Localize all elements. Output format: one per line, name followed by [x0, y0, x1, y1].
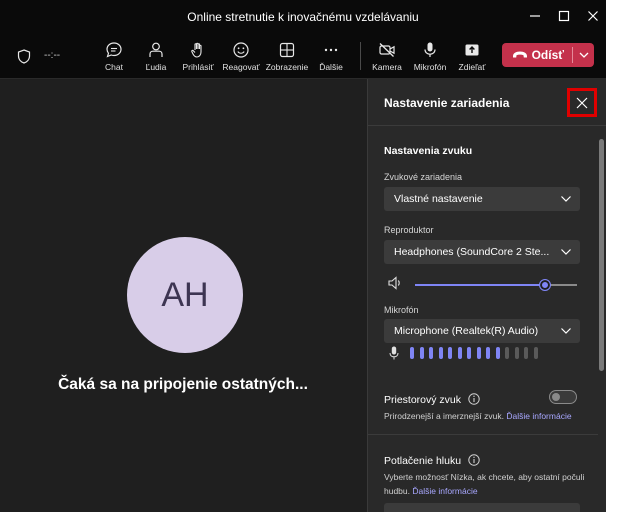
chat-icon [106, 42, 122, 58]
audio-section-title: Nastavenia zvuku [384, 145, 473, 157]
leave-divider [572, 47, 573, 63]
share-button[interactable]: Zdieľať [450, 36, 494, 78]
microphone-label: Mikrofón [384, 305, 419, 315]
section-divider [368, 434, 598, 435]
react-button[interactable]: Reagovať [219, 36, 263, 78]
noise-suppression-description: Vyberte možnosť Nízka, ak chcete, aby os… [384, 470, 589, 498]
microphone-level-icon [389, 346, 399, 365]
more-icon [324, 48, 338, 52]
mic-level-bar [457, 347, 462, 359]
share-label: Zdieľať [458, 62, 486, 72]
audio-devices-label: Zvukové zariadenia [384, 172, 463, 182]
mic-level-bar [495, 347, 500, 359]
mic-level-bar [524, 347, 528, 359]
meeting-timer: --:-- [44, 50, 61, 61]
raise-hand-button[interactable]: Prihlásiť [176, 36, 220, 78]
title-bar: Online stretnutie k inovačnému vzdelávan… [0, 0, 606, 36]
microphone-dropdown[interactable]: Microphone (Realtek(R) Audio) [384, 319, 580, 343]
camera-button[interactable]: Kamera [365, 36, 409, 78]
raise-hand-icon [191, 42, 202, 58]
microphone-button[interactable]: Mikrofón [408, 36, 452, 78]
panel-scrollbar[interactable] [599, 139, 604, 371]
view-button[interactable]: Zobrazenie [265, 36, 309, 78]
mic-level-bar [419, 347, 424, 359]
spatial-audio-toggle[interactable] [549, 390, 577, 404]
mic-level-bar [467, 347, 471, 359]
mic-level-bar [476, 347, 481, 359]
hang-up-icon [513, 51, 527, 58]
mic-level-bar [514, 347, 519, 359]
speaker-dropdown[interactable]: Headphones (SoundCore 2 Ste... [384, 240, 580, 264]
meeting-stage: AH Čaká sa na pripojenie ostatných... [0, 79, 366, 512]
spatial-desc-text: Prirodzenejší a imerznejší zvuk. [384, 411, 504, 421]
close-icon[interactable] [583, 8, 603, 28]
audio-devices-dropdown[interactable]: Vlastné nastavenie [384, 187, 580, 211]
people-icon [149, 42, 163, 57]
react-label: Reagovať [222, 62, 260, 72]
noise-more-info-link[interactable]: Ďalšie informácie [412, 486, 477, 496]
maximize-icon[interactable] [554, 8, 574, 28]
minimize-icon[interactable] [525, 8, 545, 28]
leave-label: Odísť [531, 48, 564, 62]
mic-level-bar [505, 347, 509, 359]
mic-level-bar [448, 347, 452, 359]
people-button[interactable]: Ľudia [134, 36, 178, 78]
speaker-volume-icon [387, 276, 403, 295]
more-label: Ďalšie [319, 62, 343, 72]
leave-options-button[interactable] [574, 43, 594, 67]
people-label: Ľudia [145, 62, 167, 72]
leave-button[interactable]: Odísť [502, 43, 594, 67]
noise-suppression-label: Potlačenie hluku [384, 452, 480, 467]
meeting-window: Online stretnutie k inovačnému vzdelávan… [0, 0, 606, 512]
toolbar-divider [360, 42, 361, 70]
slider-thumb[interactable] [538, 279, 551, 291]
info-icon[interactable] [468, 393, 480, 405]
view-label: Zobrazenie [265, 62, 309, 72]
noise-suppression-text: Potlačenie hluku [384, 455, 462, 467]
camera-off-icon [379, 43, 395, 57]
chevron-down-icon [561, 328, 571, 334]
more-button[interactable]: Ďalšie [309, 36, 353, 78]
share-icon [465, 44, 479, 56]
panel-title: Nastavenie zariadenia [384, 96, 510, 110]
chevron-down-icon [561, 196, 571, 202]
spatial-audio-description: Prirodzenejší a imerznejší zvuk. Ďalšie … [384, 409, 589, 423]
speaker-label: Reproduktor [384, 225, 434, 235]
smiley-icon [233, 42, 249, 58]
speaker-volume-slider[interactable] [415, 279, 577, 291]
microphone-value: Microphone (Realtek(R) Audio) [394, 325, 539, 337]
spatial-audio-text: Priestorový zvuk [384, 394, 462, 406]
info-icon[interactable] [468, 454, 480, 466]
mic-level-bar [438, 347, 443, 359]
chat-button[interactable]: Chat [92, 36, 136, 78]
layout-icon [279, 42, 295, 58]
mic-level-bar [486, 347, 490, 359]
toggle-knob [552, 393, 560, 401]
mic-level-bar [410, 347, 414, 359]
mic-level-bar [533, 347, 538, 359]
leave-main[interactable]: Odísť [502, 43, 570, 67]
window-title: Online stretnutie k inovačnému vzdelávan… [187, 10, 419, 24]
spatial-more-info-link[interactable]: Ďalšie informácie [506, 411, 571, 421]
shield-icon [17, 49, 31, 69]
chevron-down-icon [579, 52, 589, 58]
chat-label: Chat [105, 62, 123, 72]
chevron-down-icon [561, 249, 571, 255]
spatial-audio-label: Priestorový zvuk [384, 391, 480, 406]
device-settings-panel: Nastavenie zariadenia Nastavenia zvuku Z… [367, 79, 606, 512]
panel-header: Nastavenie zariadenia [368, 79, 606, 126]
speaker-value: Headphones (SoundCore 2 Ste... [394, 246, 550, 258]
waiting-message: Čaká sa na pripojenie ostatných... [58, 376, 308, 393]
camera-label: Kamera [372, 62, 402, 72]
noise-suppression-dropdown[interactable] [384, 503, 580, 512]
audio-devices-value: Vlastné nastavenie [394, 193, 483, 205]
microphone-label: Mikrofón [413, 62, 447, 72]
raise-hand-label: Prihlásiť [182, 62, 214, 72]
microphone-icon [424, 42, 436, 57]
mic-level-bar [429, 347, 433, 359]
avatar: AH [127, 237, 243, 353]
close-icon [576, 97, 588, 109]
panel-close-button[interactable] [567, 88, 597, 117]
slider-fill [415, 284, 545, 286]
